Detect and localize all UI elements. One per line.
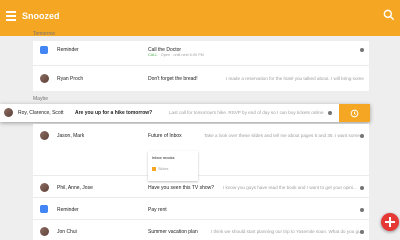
- attachment-name: Inbox mocks: [152, 155, 175, 160]
- snippet: Last call for tomorrow's hike. RSVP by e…: [169, 110, 324, 115]
- tomorrow-card: Reminder Call the Doctor CALL · Open · u…: [33, 41, 369, 91]
- avatar: [40, 74, 49, 83]
- reminder-detail: CALL · Open · until next 6:00 PM: [148, 53, 204, 57]
- attachment-type: Slides: [152, 167, 168, 171]
- sender: Reminder: [57, 207, 79, 213]
- subject: Don't forget the bread!: [148, 76, 198, 82]
- snippet: I know you guys have read the book and I…: [223, 185, 357, 190]
- sender: Ryan Proch: [57, 76, 84, 82]
- avatar: [40, 131, 49, 140]
- sender: Reminder: [57, 47, 79, 53]
- avatar: [40, 227, 49, 236]
- sender: Jason, Mark: [57, 133, 85, 139]
- list-item[interactable]: Phil, Anne, Jose Have you seen this TV s…: [33, 176, 369, 198]
- list-item[interactable]: Ryan Proch Don't forget the bread! I mad…: [33, 66, 369, 91]
- subject: Summer vacation plan: [148, 229, 198, 235]
- sender: Roy, Clarence, Scott: [18, 110, 64, 116]
- reminder-icon: [40, 46, 48, 54]
- snooze-button[interactable]: [339, 104, 370, 122]
- compose-button[interactable]: [381, 213, 399, 231]
- list-item[interactable]: Jason, Mark Future of Inbox Take a look …: [33, 124, 369, 181]
- menu-icon[interactable]: [6, 11, 16, 21]
- sender: Phil, Anne, Jose: [57, 185, 93, 191]
- dragged-list-item[interactable]: Roy, Clarence, Scott Are you up for a hi…: [0, 104, 370, 122]
- search-icon[interactable]: [382, 8, 396, 22]
- snippet: Take a look over these slides and tell m…: [204, 133, 362, 138]
- more-icon[interactable]: [360, 230, 364, 234]
- list-item[interactable]: Reminder Call the Doctor CALL · Open · u…: [33, 41, 369, 66]
- section-header-tomorrow: Tomorrow: [33, 31, 55, 37]
- reminder-icon: [40, 205, 48, 213]
- subject: Pay rent: [148, 207, 167, 213]
- more-icon[interactable]: [360, 134, 364, 138]
- maybe-card: Jason, Mark Future of Inbox Take a look …: [33, 124, 369, 240]
- avatar: [40, 183, 49, 192]
- subject: Future of Inbox: [148, 133, 182, 139]
- snippet: I think we should start planning our tri…: [211, 229, 361, 234]
- page-title: Snoozed: [22, 11, 60, 21]
- subject: Are you up for a hike tomorrow?: [75, 110, 153, 116]
- slides-icon: [152, 167, 156, 171]
- list-item[interactable]: Jon Chui Summer vacation plan I think we…: [33, 220, 369, 240]
- section-header-maybe: Maybe: [33, 96, 49, 102]
- avatar: [4, 108, 13, 117]
- subject: Have you seen this TV show?: [148, 185, 215, 191]
- app-bar: Snoozed: [0, 0, 400, 36]
- more-icon[interactable]: [360, 48, 364, 52]
- more-icon[interactable]: [360, 186, 364, 190]
- snippet: I made a reservation for the hotel you t…: [226, 76, 364, 81]
- more-icon[interactable]: [328, 111, 332, 115]
- more-icon[interactable]: [360, 208, 364, 212]
- list-item[interactable]: Reminder Pay rent: [33, 198, 369, 220]
- sender: Jon Chui: [57, 229, 77, 235]
- clock-icon: [350, 109, 359, 118]
